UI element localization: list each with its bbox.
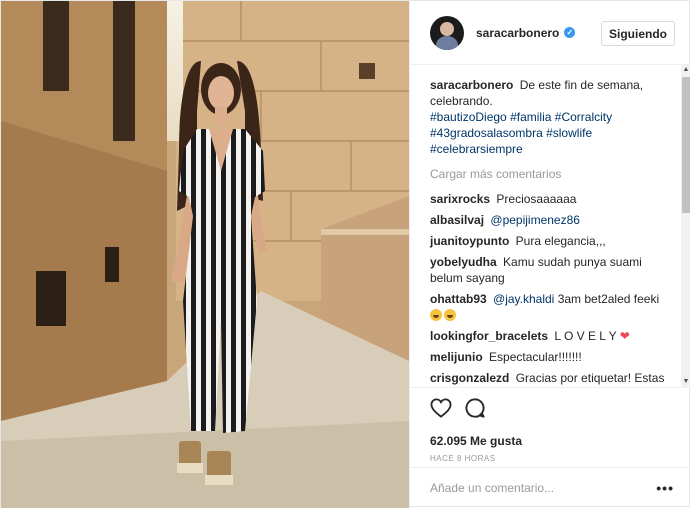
- comments-list[interactable]: saracarbonero De este fin de semana, cel…: [410, 65, 682, 387]
- load-more-comments-link[interactable]: Cargar más comentarios: [430, 166, 672, 182]
- following-button[interactable]: Siguiendo: [601, 21, 675, 46]
- comment-username[interactable]: melijunio: [430, 350, 483, 364]
- hashtag-link[interactable]: #Corralcity: [555, 110, 612, 124]
- caption: saracarbonero De este fin de semana, cel…: [430, 77, 672, 157]
- comment: lookingfor_bracelets L O V E L Y ❤: [430, 328, 672, 344]
- comment: ohattab93 @jay.khaldi 3am bet2aled feeki: [430, 291, 672, 323]
- red-heart-emoji-icon: ❤: [619, 329, 630, 343]
- comment-username[interactable]: lookingfor_bracelets: [430, 329, 548, 343]
- hashtag-link[interactable]: #43gradosalasombra: [430, 126, 543, 140]
- hashtag-link[interactable]: #slowlife: [546, 126, 592, 140]
- comment: crisgonzalezd Gracias por etiquetar! Est…: [430, 370, 672, 387]
- comment-username[interactable]: ohattab93: [430, 292, 487, 306]
- hashtag-link[interactable]: #celebrarsiempre: [430, 142, 523, 156]
- caption-username[interactable]: saracarbonero: [430, 78, 513, 92]
- comment: sarixrocks Preciosaaaaaa: [430, 191, 672, 207]
- comment-username[interactable]: juanitoypunto: [430, 234, 509, 248]
- comment-username[interactable]: yobelyudha: [430, 255, 497, 269]
- post-photo[interactable]: [1, 1, 409, 508]
- likes-count[interactable]: 62.095 Me gusta: [430, 434, 672, 448]
- scroll-down-arrow-icon[interactable]: ▼: [681, 377, 690, 387]
- comment: albasilvaj @pepijimenez86: [430, 212, 672, 228]
- add-comment-bar: •••: [410, 467, 690, 508]
- photo-illustration: [1, 1, 409, 508]
- comment-text: Espectacular!!!!!!!: [489, 350, 582, 364]
- post-panel: saracarbonero ✓ Siguiendo saracarbonero …: [409, 1, 690, 508]
- action-icons: [430, 396, 672, 422]
- comment-bubble-icon[interactable]: [464, 397, 486, 422]
- post-header: saracarbonero ✓ Siguiendo: [410, 1, 690, 65]
- hashtag-link[interactable]: #bautizoDiego: [430, 110, 507, 124]
- comment-text: 3am bet2aled feeki: [557, 292, 660, 306]
- comment-mention-link[interactable]: @pepijimenez86: [490, 213, 580, 227]
- hashtag-link[interactable]: #familia: [510, 110, 551, 124]
- laughing-emoji-icon: [444, 309, 456, 321]
- comment-username[interactable]: sarixrocks: [430, 192, 490, 206]
- comment: juanitoypunto Pura elegancia,,,: [430, 233, 672, 249]
- comment: melijunio Espectacular!!!!!!!: [430, 349, 672, 365]
- comment: yobelyudha Kamu sudah punya suami belum …: [430, 254, 672, 286]
- scrollbar-thumb[interactable]: [682, 77, 690, 213]
- comment-text: Pura elegancia,,,: [515, 234, 606, 248]
- comment-mention-link[interactable]: @jay.khaldi: [493, 292, 554, 306]
- comment-text: L O V E L Y: [554, 329, 617, 343]
- heart-icon[interactable]: [430, 397, 452, 421]
- more-options-icon[interactable]: •••: [656, 480, 674, 496]
- laughing-emoji-icon: [430, 309, 442, 321]
- scroll-up-arrow-icon[interactable]: ▲: [681, 65, 690, 75]
- header-username[interactable]: saracarbonero: [476, 26, 559, 40]
- comment-username[interactable]: crisgonzalezd: [430, 371, 509, 385]
- comment-username[interactable]: albasilvaj: [430, 213, 484, 227]
- add-comment-input[interactable]: [430, 481, 650, 495]
- verified-badge-icon: ✓: [564, 27, 576, 38]
- comment-text: Preciosaaaaaa: [496, 192, 577, 206]
- comments-scrollbar[interactable]: ▲ ▼: [681, 65, 690, 387]
- post-timestamp[interactable]: HACE 8 HORAS: [430, 454, 672, 463]
- post-actions: 62.095 Me gusta HACE 8 HORAS: [410, 387, 690, 467]
- avatar[interactable]: [430, 15, 464, 50]
- instagram-post: saracarbonero ✓ Siguiendo saracarbonero …: [0, 0, 690, 508]
- header-username-link[interactable]: saracarbonero ✓: [476, 26, 576, 40]
